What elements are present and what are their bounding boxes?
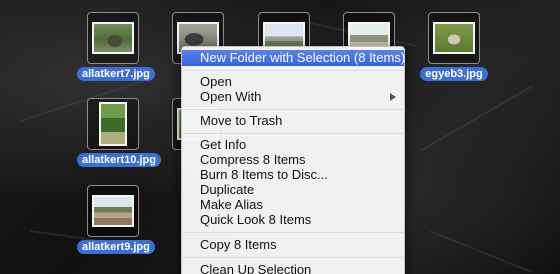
- menu-item-make-alias[interactable]: Make Alias: [182, 197, 404, 213]
- menu-item-quick-look[interactable]: Quick Look 8 Items: [182, 212, 404, 228]
- menu-item-open[interactable]: Open: [182, 74, 404, 90]
- menu-item-clean-up-selection[interactable]: Clean Up Selection: [182, 262, 404, 274]
- menu-item-new-folder-with-selection[interactable]: New Folder with Selection (8 Items): [182, 50, 405, 66]
- menu-item-open-with[interactable]: Open With: [182, 89, 404, 105]
- menu-item-move-to-trash[interactable]: Move to Trash: [182, 113, 404, 129]
- menu-item-get-info[interactable]: Get Info: [182, 137, 404, 153]
- grass-animal-thumbnail: [433, 22, 475, 54]
- file-label: egyeb3.jpg: [418, 67, 490, 81]
- garden-portrait-thumbnail: [99, 102, 127, 146]
- file-label: allatkert9.jpg: [77, 240, 155, 254]
- menu-separator: [183, 133, 403, 134]
- palm-houses-thumbnail: [92, 195, 134, 227]
- file-icon-allatkert10[interactable]: allatkert10.jpg: [77, 98, 161, 184]
- leather-crease: [419, 85, 534, 152]
- context-menu: New Folder with Selection (8 Items) Open…: [181, 46, 405, 274]
- menu-item-compress[interactable]: Compress 8 Items: [182, 152, 404, 168]
- menu-separator: [183, 257, 403, 258]
- file-label: allatkert7.jpg: [77, 67, 155, 81]
- file-icon-allatkert9[interactable]: allatkert9.jpg: [77, 185, 155, 259]
- duck-thumbnail: [92, 22, 134, 54]
- leather-crease: [429, 230, 533, 274]
- file-icon-egyeb3[interactable]: egyeb3.jpg: [418, 12, 490, 86]
- file-icon-allatkert7[interactable]: allatkert7.jpg: [77, 12, 155, 86]
- menu-separator: [183, 232, 403, 233]
- menu-separator: [183, 109, 403, 110]
- menu-item-duplicate[interactable]: Duplicate: [182, 182, 404, 198]
- thumbnail-frame: [428, 12, 480, 64]
- menu-item-burn-to-disc[interactable]: Burn 8 Items to Disc...: [182, 167, 404, 183]
- menu-item-label: Open With: [200, 89, 262, 104]
- menu-item-copy[interactable]: Copy 8 Items: [182, 237, 404, 253]
- thumbnail-frame: [87, 12, 139, 64]
- menu-separator: [183, 70, 403, 71]
- desktop[interactable]: allatkert7.jpg egyeb3.jpg allatkert10.jp…: [0, 0, 560, 274]
- thumbnail-frame: [87, 185, 139, 237]
- thumbnail-frame: [87, 98, 139, 150]
- file-label: allatkert10.jpg: [77, 153, 161, 167]
- submenu-arrow-icon: [390, 93, 396, 101]
